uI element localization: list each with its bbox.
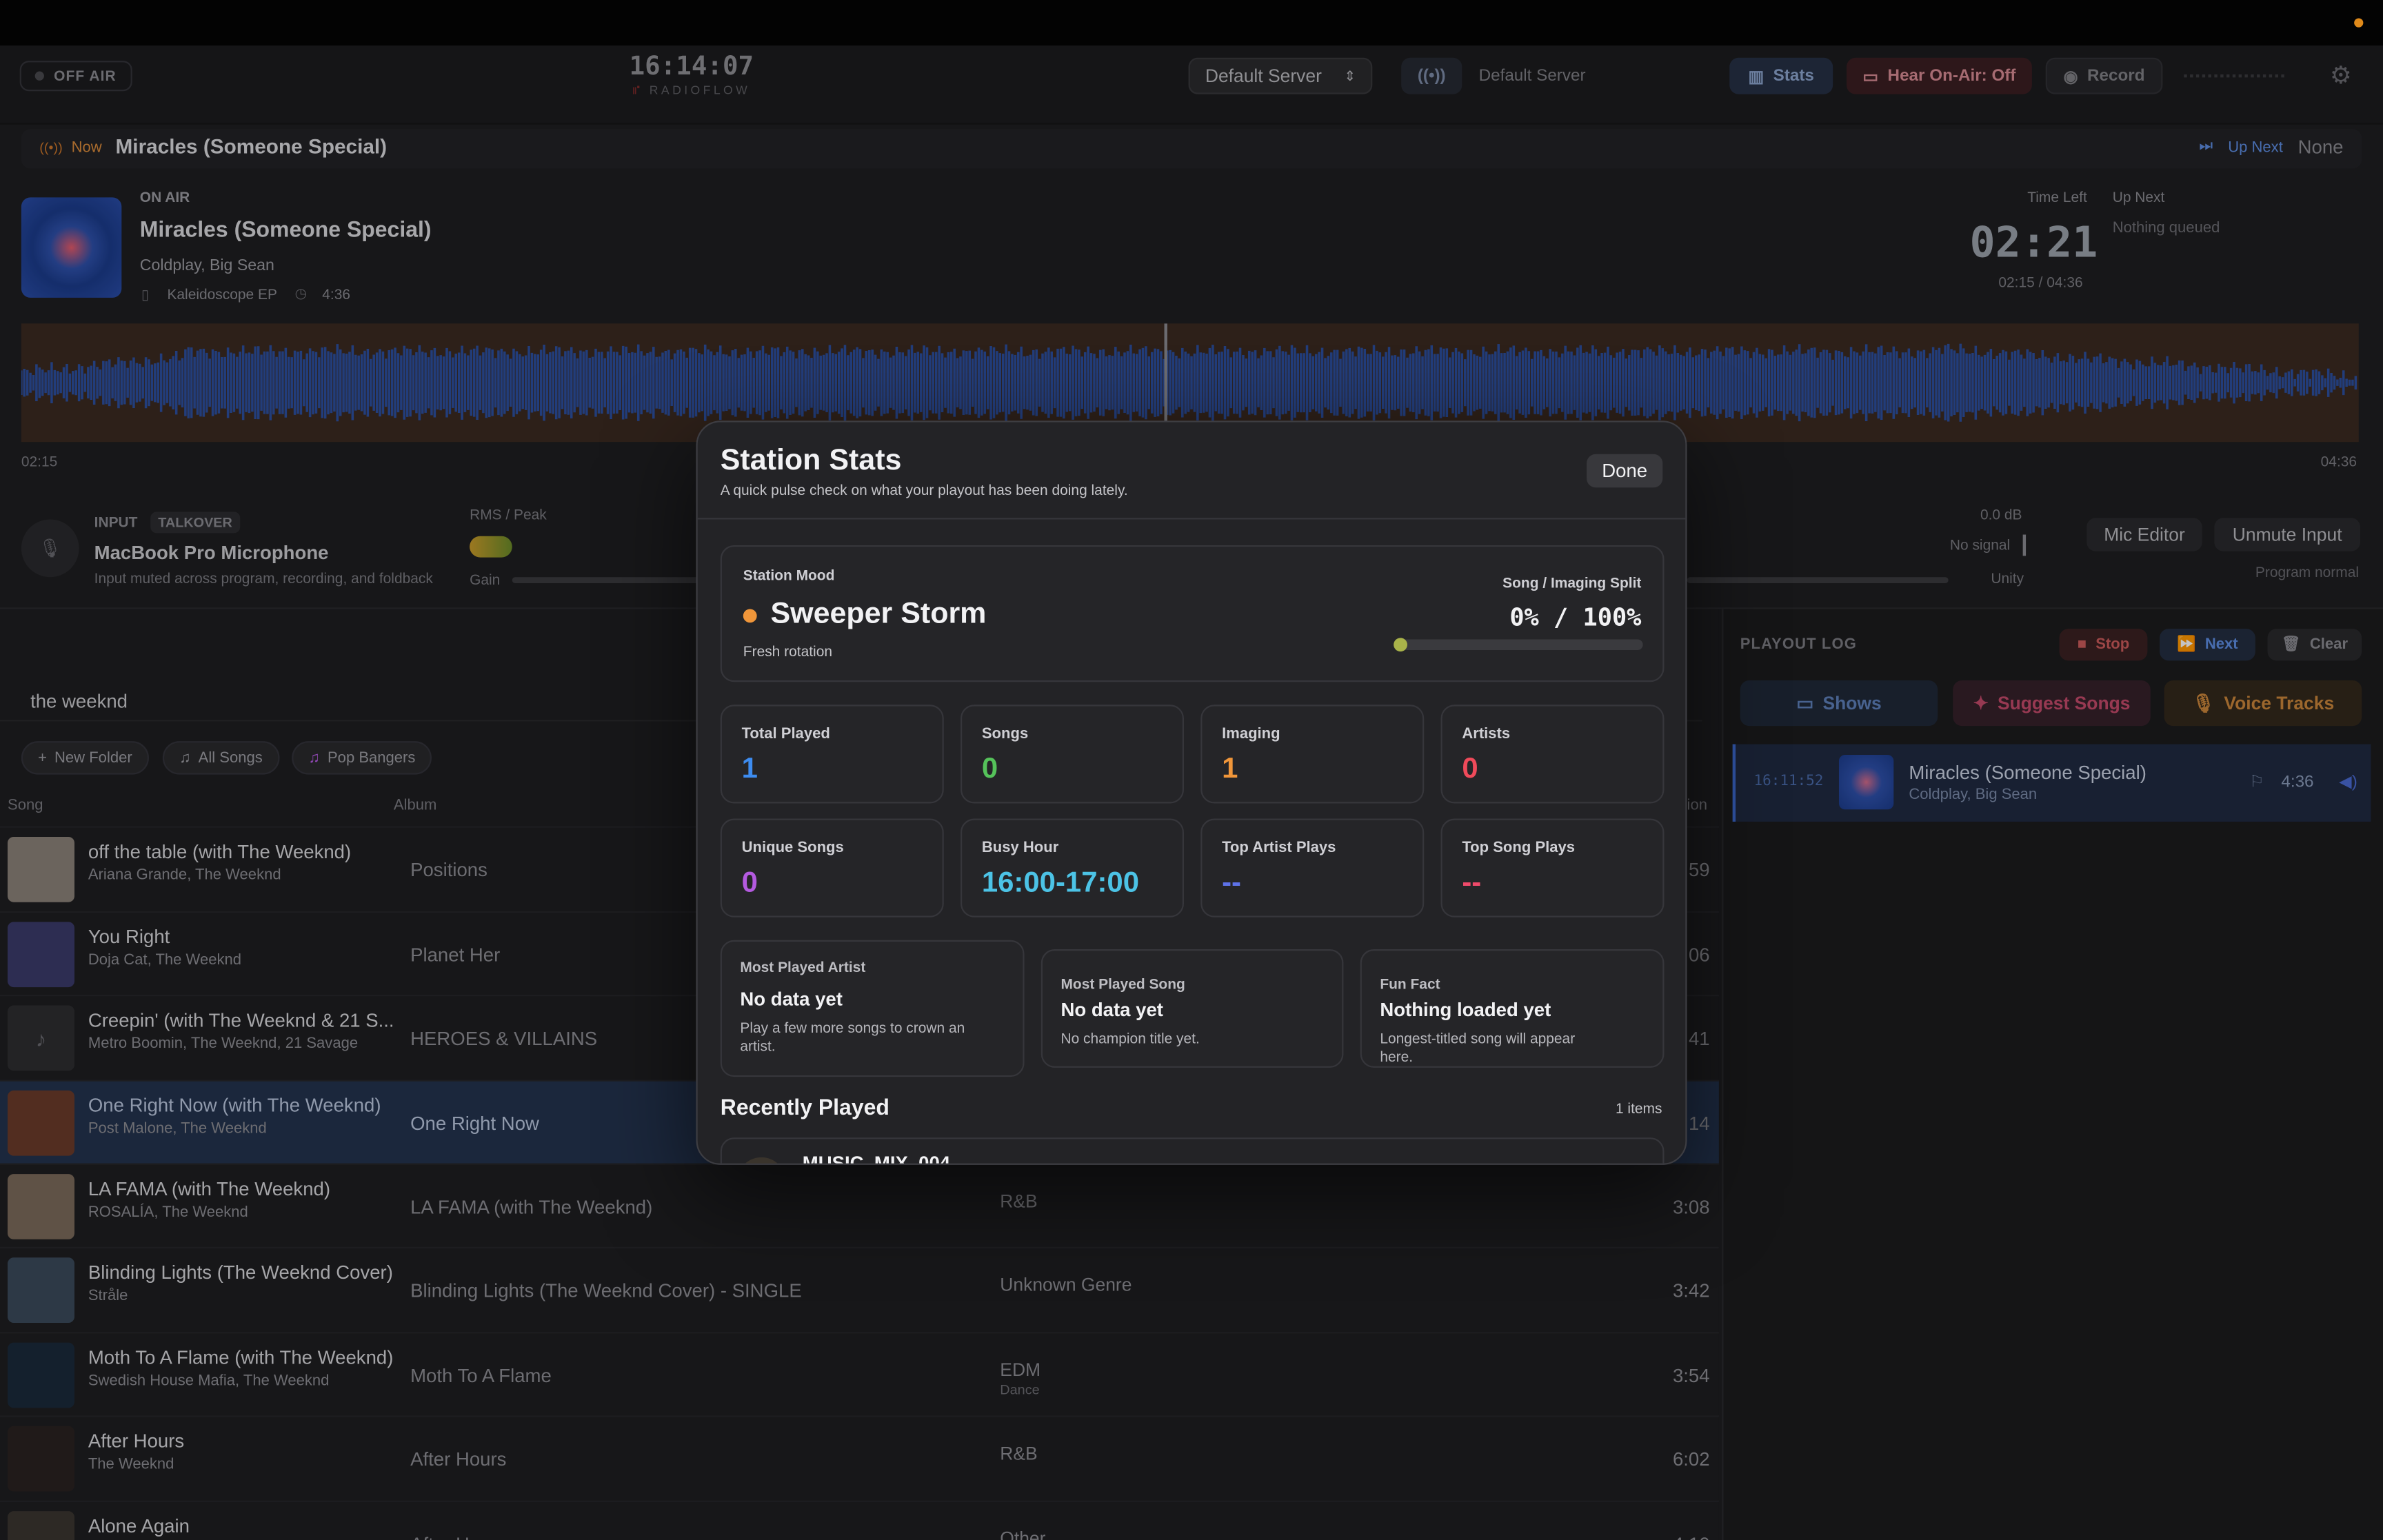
stat-label: Songs	[981, 726, 1029, 743]
stat-value: 16:00-17:00	[981, 867, 1140, 900]
stat-value: 1	[741, 753, 758, 786]
stat-value: 0	[981, 753, 998, 786]
recent-item[interactable]: MUSIC_MIX_004	[720, 1137, 1665, 1165]
stat-card: Top Artist Plays --	[1200, 818, 1425, 918]
mood-sub: Fresh rotation	[743, 644, 833, 661]
stat-label: Top Artist Plays	[1222, 840, 1336, 857]
stat-card: Unique Songs 0	[720, 818, 944, 918]
insight-card: Fun Fact Nothing loaded yet Longest-titled…	[1360, 949, 1665, 1068]
stat-label: Total Played	[741, 726, 830, 743]
card-sub: Play a few more songs to crown an artist…	[740, 1020, 965, 1056]
done-button[interactable]: Done	[1587, 454, 1663, 488]
card-title: Most Played Song	[1060, 976, 1185, 993]
stat-card: Imaging 1	[1200, 705, 1425, 804]
stat-card: Artists 0	[1440, 705, 1665, 804]
card-sub: Longest-titled song will appear here.	[1380, 1031, 1576, 1066]
mood-dot-icon	[743, 609, 757, 623]
modal-title: Station Stats	[720, 443, 902, 477]
station-stats-modal: Station Stats A quick pulse check on wha…	[696, 421, 1687, 1165]
stat-value: --	[1462, 867, 1482, 900]
stat-card: Top Song Plays --	[1440, 818, 1665, 918]
stat-label: Busy Hour	[981, 840, 1059, 857]
card-headline: Nothing loaded yet	[1380, 999, 1551, 1021]
card-title: Fun Fact	[1380, 976, 1440, 993]
recent-item-title: MUSIC_MIX_004	[802, 1153, 951, 1165]
stat-card: Busy Hour 16:00-17:00	[960, 818, 1184, 918]
recent-title: Recently Played	[720, 1096, 889, 1121]
stat-label: Imaging	[1222, 726, 1280, 743]
stat-value: 1	[1222, 753, 1238, 786]
stat-label: Top Song Plays	[1462, 840, 1576, 857]
split-bar	[1394, 638, 1643, 652]
stat-label: Unique Songs	[741, 840, 844, 857]
recent-item-art	[736, 1157, 786, 1164]
split-label: Song / Imaging Split	[1502, 576, 1642, 593]
mood-value: Sweeper Storm	[770, 596, 987, 631]
card-title: Most Played Artist	[740, 960, 866, 977]
stat-value: --	[1222, 867, 1241, 900]
station-mood-card: Station Mood Sweeper Storm Fresh rotatio…	[720, 545, 1665, 682]
modal-header-divider	[697, 518, 1686, 520]
modal-subtitle: A quick pulse check on what your playout…	[720, 483, 1128, 500]
system-menu-bar	[0, 0, 2383, 46]
card-headline: No data yet	[1060, 999, 1163, 1021]
stat-card: Total Played 1	[720, 705, 944, 804]
stat-card: Songs 0	[960, 705, 1184, 804]
split-value: 0% / 100%	[1509, 602, 1642, 632]
stat-value: 0	[1462, 753, 1478, 786]
card-headline: No data yet	[740, 989, 843, 1011]
stat-value: 0	[741, 867, 758, 900]
card-sub: No champion title yet.	[1060, 1031, 1200, 1048]
insight-card: Most Played Artist No data yet Play a few …	[720, 940, 1025, 1077]
status-dot-icon	[2354, 18, 2364, 28]
mood-label: Station Mood	[743, 567, 835, 585]
insight-card: Most Played Song No data yet No champion t…	[1040, 949, 1344, 1068]
stat-label: Artists	[1462, 726, 1511, 743]
split-bar-knob	[1394, 638, 1407, 652]
recent-count: 1 items	[1615, 1101, 1662, 1118]
